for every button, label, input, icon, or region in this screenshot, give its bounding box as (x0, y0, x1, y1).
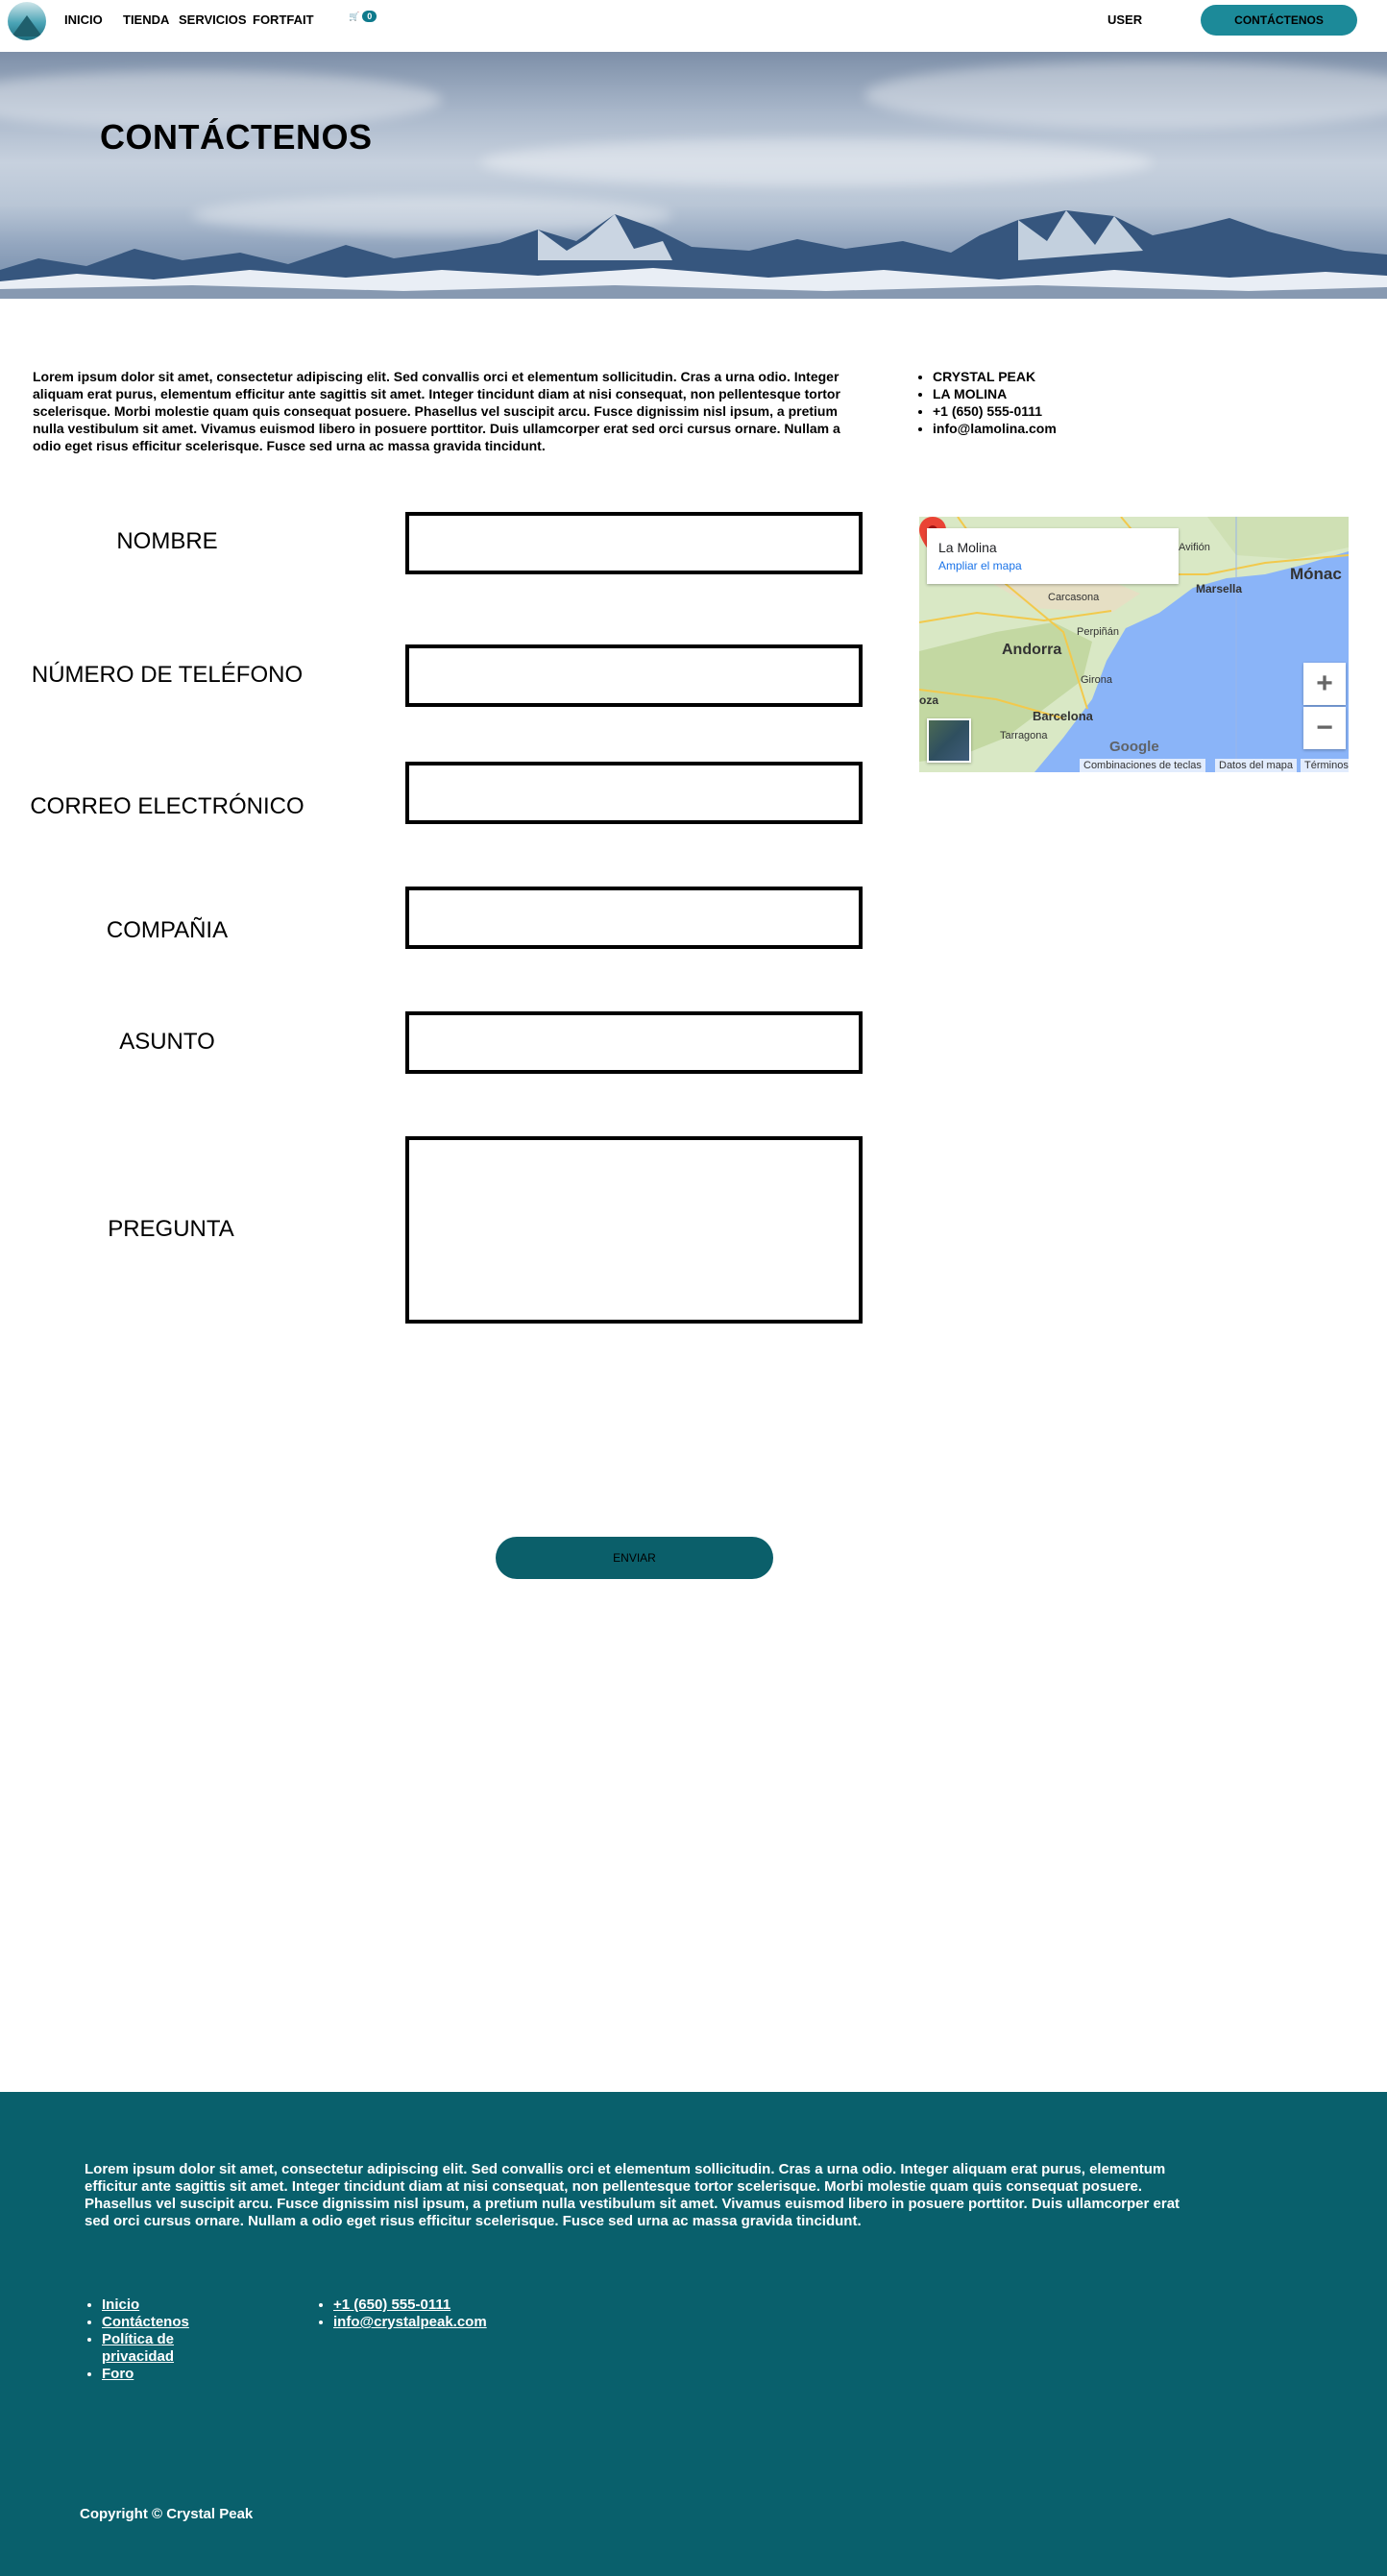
map-label-city: Mónac (1290, 565, 1342, 583)
label-pregunta: PREGUNTA (108, 1216, 234, 1242)
footer-link-inicio[interactable]: Inicio (102, 2297, 139, 2313)
footer-nav-list: Inicio Contáctenos Política de privacida… (85, 2297, 209, 2383)
map-label-city: Girona (1081, 674, 1113, 686)
contact-item-location: LA MOLINA (933, 385, 1057, 402)
mountain-icon (12, 15, 42, 36)
contact-item-phone: +1 (650) 555-0111 (933, 402, 1057, 420)
contact-item-company: CRYSTAL PEAK (933, 368, 1057, 385)
nav-link-servicios[interactable]: SERVICIOS (179, 12, 247, 27)
page-title: CONTÁCTENOS (100, 117, 373, 157)
hero-banner: CONTÁCTENOS (0, 52, 1387, 299)
contact-cta-button[interactable]: CONTÁCTENOS (1201, 5, 1357, 36)
footer-link-contactenos[interactable]: Contáctenos (102, 2314, 189, 2330)
nav-link-inicio[interactable]: INICIO (64, 12, 103, 27)
map-terms-link[interactable]: Términos (1301, 759, 1349, 772)
nav-link-tienda[interactable]: TIENDA (123, 12, 169, 27)
asunto-input[interactable] (405, 1011, 863, 1074)
zoom-in-button[interactable]: + (1303, 663, 1346, 705)
contact-item-email: info@lamolina.com (933, 420, 1057, 437)
footer-email-link[interactable]: info@crystalpeak.com (333, 2314, 487, 2330)
google-logo: Google (1109, 739, 1159, 755)
map-label-city: Carcasona (1048, 592, 1100, 603)
footer-paragraph: Lorem ipsum dolor sit amet, consectetur … (85, 2161, 1180, 2229)
submit-button[interactable]: ENVIAR (496, 1537, 773, 1579)
label-correo: CORREO ELECTRÓNICO (30, 793, 304, 819)
cart-button[interactable]: 🛒 0 (349, 11, 377, 22)
embedded-map[interactable]: Avifión Marsella Mónac Carcasona Perpiñá… (919, 517, 1349, 772)
correo-input[interactable] (405, 762, 863, 824)
map-label-city: Marsella (1196, 582, 1243, 595)
map-label-city: Perpiñán (1077, 626, 1120, 638)
label-compania: COMPAÑIA (106, 917, 229, 943)
label-nombre: NOMBRE (116, 528, 218, 554)
compania-input[interactable] (405, 887, 863, 949)
telefono-input[interactable] (405, 644, 863, 707)
pregunta-textarea[interactable] (405, 1136, 863, 1324)
map-label-city: Barcelona (1033, 709, 1093, 723)
map-data-link[interactable]: Datos del mapa (1215, 759, 1298, 772)
nombre-input[interactable] (405, 512, 863, 574)
zoom-out-button[interactable]: − (1303, 707, 1346, 749)
map-place-name: La Molina (938, 540, 997, 555)
user-menu[interactable]: USER (1107, 12, 1142, 27)
map-label-city: Avifión (1179, 542, 1210, 553)
cloud (864, 61, 1387, 129)
label-telefono: NÚMERO DE TELÉFONO (31, 662, 304, 688)
map-keyboard-shortcuts[interactable]: Combinaciones de teclas (1080, 759, 1205, 772)
enlarge-map-link[interactable]: Ampliar el mapa (938, 559, 1022, 572)
footer-contact-list: +1 (650) 555-0111 info@crystalpeak.com (316, 2297, 487, 2331)
nav-link-fortfait[interactable]: FORTFAIT (253, 12, 314, 27)
site-footer: Lorem ipsum dolor sit amet, consectetur … (0, 2092, 1387, 2576)
footer-link-foro[interactable]: Foro (102, 2366, 134, 2382)
label-asunto: ASUNTO (119, 1029, 215, 1055)
top-navigation: INICIO TIENDA SERVICIOS FORTFAIT 🛒 0 USE… (0, 0, 1387, 50)
intro-paragraph: Lorem ipsum dolor sit amet, consectetur … (33, 369, 840, 453)
copyright-text: Copyright © Crystal Peak (80, 2506, 254, 2522)
footer-phone-link[interactable]: +1 (650) 555-0111 (333, 2297, 450, 2313)
footer-link-privacidad[interactable]: Política de privacidad (102, 2331, 174, 2365)
map-label-city: Tarragona (1000, 730, 1048, 741)
map-layer-toggle[interactable] (927, 718, 971, 763)
mountain-range-illustration (0, 210, 1387, 299)
map-place-card: La Molina Ampliar el mapa (927, 528, 1179, 584)
contact-info-list: CRYSTAL PEAK LA MOLINA +1 (650) 555-0111… (915, 368, 1057, 437)
cloud (480, 138, 1153, 186)
crystal-peak-logo[interactable] (8, 2, 46, 40)
map-label-city: Andorra (1002, 642, 1062, 658)
cart-icon: 🛒 (349, 11, 360, 21)
map-label-city: oza (919, 693, 939, 707)
cart-count-badge: 0 (362, 11, 377, 22)
